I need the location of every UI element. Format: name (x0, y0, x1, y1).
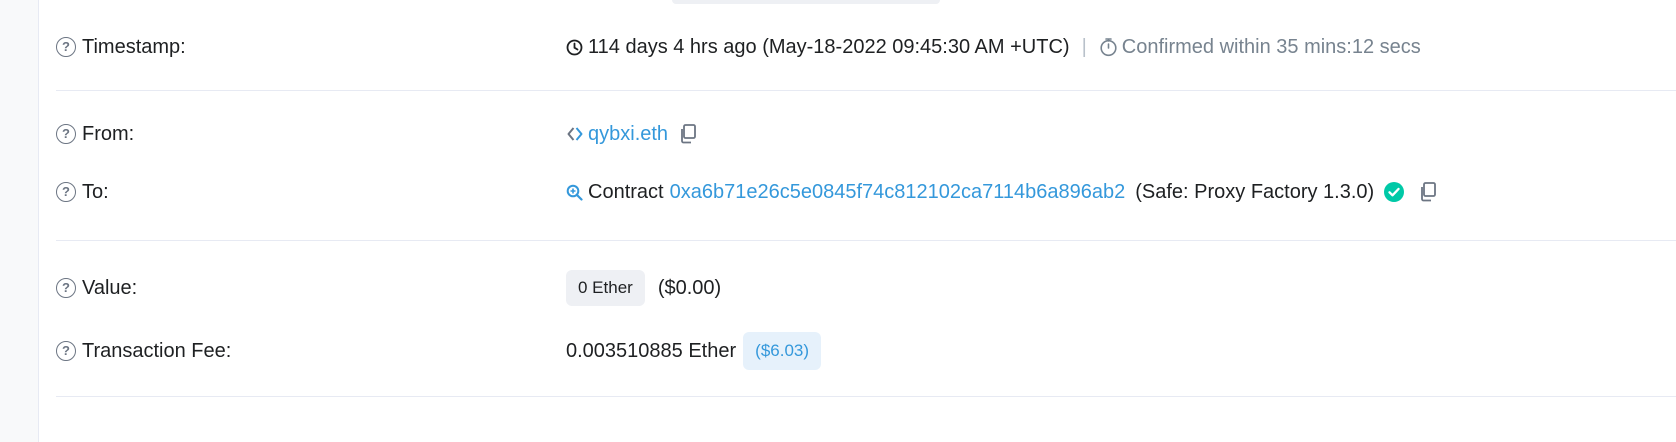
question-circle-icon[interactable]: ? (56, 37, 76, 57)
divider (56, 90, 1676, 91)
timestamp-row: ? Timestamp: 114 days 4 hrs ago (May-18-… (56, 35, 1676, 59)
fee-usd-badge: ($6.03) (743, 332, 822, 370)
timestamp-label-group: ? Timestamp: (56, 35, 566, 59)
confirmation-time: Confirmed within 35 mins:12 secs (1121, 36, 1421, 58)
value-label: Value: (82, 277, 138, 299)
from-label: From: (82, 123, 135, 145)
contract-search-icon (566, 184, 583, 201)
from-row: ? From: qybxi.eth (56, 122, 1676, 146)
value-amount-badge: 0 Ether (566, 270, 645, 306)
value-label-group: ? Value: (56, 276, 566, 300)
divider (56, 396, 1676, 397)
copy-icon[interactable] (1419, 182, 1437, 202)
question-circle-icon[interactable]: ? (56, 278, 76, 298)
to-row: ? To: Contract 0xa6b71e26c5e0845f74c8121… (56, 180, 1676, 204)
fee-row: ? Transaction Fee: 0.003510885 Ether ($6… (56, 332, 1676, 370)
left-gutter (0, 0, 39, 442)
question-circle-icon[interactable]: ? (56, 341, 76, 361)
to-value: Contract 0xa6b71e26c5e0845f74c812102ca71… (566, 180, 1437, 204)
value-usd: ($0.00) (657, 277, 722, 299)
fee-label-group: ? Transaction Fee: (56, 339, 566, 363)
stopwatch-icon (1099, 37, 1118, 57)
to-address-link[interactable]: 0xa6b71e26c5e0845f74c812102ca7114b6a896a… (670, 180, 1126, 204)
timestamp-separator: | (1081, 36, 1087, 58)
to-label-group: ? To: (56, 180, 566, 204)
ens-icon (566, 125, 584, 143)
question-circle-icon[interactable]: ? (56, 182, 76, 202)
contract-prefix: Contract (588, 181, 664, 203)
timestamp-age: 114 days 4 hrs ago (May-18-2022 09:45:30… (588, 36, 1070, 58)
copy-icon[interactable] (679, 124, 697, 144)
clock-icon (566, 39, 583, 56)
timestamp-value: 114 days 4 hrs ago (May-18-2022 09:45:30… (566, 35, 1421, 59)
value-row: ? Value: 0 Ether ($0.00) (56, 270, 1676, 306)
question-circle-icon[interactable]: ? (56, 124, 76, 144)
from-value: qybxi.eth (566, 122, 697, 146)
fee-label: Transaction Fee: (82, 340, 232, 362)
divider (56, 240, 1676, 241)
from-address-link[interactable]: qybxi.eth (588, 122, 668, 146)
fee-value: 0.003510885 Ether ($6.03) (566, 332, 822, 370)
contract-name: (Safe: Proxy Factory 1.3.0) (1135, 181, 1375, 203)
to-label: To: (82, 181, 109, 203)
fee-amount: 0.003510885 Ether (566, 340, 737, 362)
check-circle-icon (1384, 182, 1405, 202)
value-value: 0 Ether ($0.00) (566, 270, 721, 306)
from-label-group: ? From: (56, 122, 566, 146)
tab-remnant (672, 0, 940, 4)
timestamp-label: Timestamp: (82, 36, 186, 58)
